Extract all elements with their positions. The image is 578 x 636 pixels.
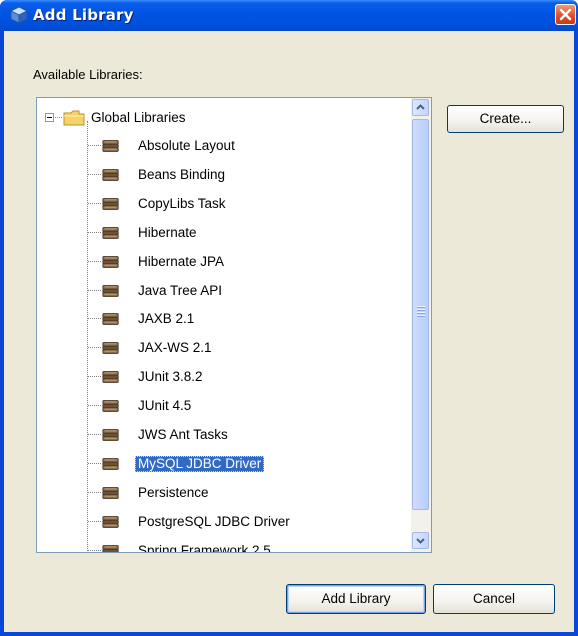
tree-root-row[interactable]: Global Libraries — [37, 108, 415, 128]
chevron-down-icon — [416, 538, 425, 544]
tree-item-row[interactable]: Beans Binding — [37, 165, 415, 185]
scroll-down-button[interactable] — [412, 532, 429, 549]
library-jar-icon — [102, 140, 119, 152]
folder-icon — [63, 110, 85, 126]
window-title: Add Library — [33, 6, 134, 24]
tree-item-label: JAXB 2.1 — [138, 311, 195, 326]
library-jar-icon — [102, 429, 119, 441]
tree-item-row[interactable]: JAX-WS 2.1 — [37, 338, 415, 358]
library-jar-icon — [102, 342, 119, 354]
scroll-thumb[interactable] — [412, 119, 429, 510]
library-tree[interactable]: Global Libraries Absolute Layout Beans Bi… — [36, 97, 432, 553]
tree-item-label: JUnit 4.5 — [138, 398, 192, 413]
tree-item-row[interactable]: Absolute Layout — [37, 136, 415, 156]
tree-item-row[interactable]: Spring Framework 2.5 — [37, 541, 415, 553]
tree-item-label: Persistence — [138, 485, 209, 500]
close-icon — [559, 8, 572, 21]
tree-item-label: Beans Binding — [138, 167, 226, 182]
tree-item-label: JUnit 3.8.2 — [138, 369, 203, 384]
available-libraries-label: Available Libraries: — [33, 67, 143, 82]
library-jar-icon — [102, 256, 119, 268]
chevron-up-icon — [416, 104, 425, 110]
tree-item-row[interactable]: PostgreSQL JDBC Driver — [37, 512, 415, 532]
tree-item-row[interactable]: MySQL JDBC Driver — [37, 454, 415, 474]
library-jar-icon — [102, 545, 119, 552]
tree-item-row[interactable]: Hibernate JPA — [37, 252, 415, 272]
library-jar-icon — [102, 285, 119, 297]
close-button[interactable] — [555, 4, 576, 25]
tree-item-row[interactable]: CopyLibs Task — [37, 194, 415, 214]
add-library-button[interactable]: Add Library — [286, 584, 426, 614]
vertical-scrollbar[interactable] — [411, 98, 431, 552]
tree-item-label: Spring Framework 2.5 — [138, 543, 271, 553]
tree-item-row[interactable]: JAXB 2.1 — [37, 309, 415, 329]
tree-root-label: Global Libraries — [91, 110, 186, 125]
tree-item-row[interactable]: JUnit 4.5 — [37, 396, 415, 416]
library-jar-icon — [102, 487, 119, 499]
library-jar-icon — [102, 371, 119, 383]
tree-item-label: JWS Ant Tasks — [138, 427, 228, 442]
tree-item-row[interactable]: Java Tree API — [37, 281, 415, 301]
library-jar-icon — [102, 400, 119, 412]
scroll-up-button[interactable] — [412, 99, 429, 116]
library-icon — [10, 6, 28, 24]
collapse-icon[interactable] — [45, 113, 54, 122]
library-jar-icon — [102, 227, 119, 239]
tree-item-row[interactable]: Hibernate — [37, 223, 415, 243]
tree-item-label: PostgreSQL JDBC Driver — [138, 514, 290, 529]
title-bar[interactable]: Add Library — [0, 0, 578, 31]
library-jar-icon — [102, 313, 119, 325]
tree-item-label: Absolute Layout — [138, 138, 235, 153]
library-jar-icon — [102, 516, 119, 528]
tree-item-label: CopyLibs Task — [138, 196, 226, 211]
library-jar-icon — [102, 458, 119, 470]
tree-item-label: Java Tree API — [138, 283, 223, 298]
tree-item-label: Hibernate JPA — [138, 254, 225, 269]
tree-item-label-selected: MySQL JDBC Driver — [135, 456, 265, 472]
tree-item-row[interactable]: JWS Ant Tasks — [37, 425, 415, 445]
cancel-button[interactable]: Cancel — [433, 584, 555, 614]
tree-item-row[interactable]: Persistence — [37, 483, 415, 503]
library-jar-icon — [102, 198, 119, 210]
tree-item-label: Hibernate — [138, 225, 197, 240]
library-jar-icon — [102, 169, 119, 181]
tree-item-row[interactable]: JUnit 3.8.2 — [37, 367, 415, 387]
tree-item-label: JAX-WS 2.1 — [138, 340, 212, 355]
create-button[interactable]: Create... — [447, 105, 564, 133]
